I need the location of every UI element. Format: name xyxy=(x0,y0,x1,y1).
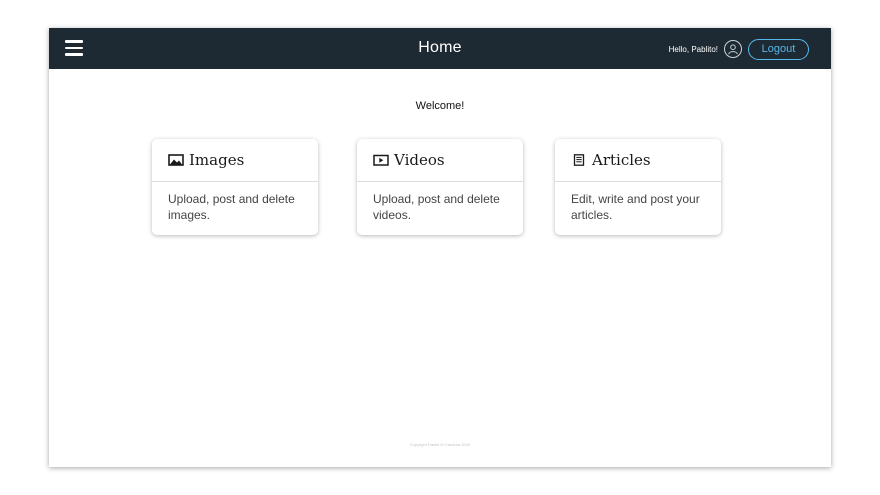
video-icon xyxy=(373,154,389,166)
card-title: Videos xyxy=(394,151,445,169)
footer-copyright: Copyright Daniel M Cardona 2020 xyxy=(409,442,471,447)
app-window: Home Hello, Pablito! Logout Welcome! Ima… xyxy=(49,28,831,467)
user-area: Hello, Pablito! Logout xyxy=(669,37,809,61)
top-navbar: Home Hello, Pablito! Logout xyxy=(49,28,831,69)
card-title: Images xyxy=(189,151,245,169)
card-description: Upload, post and delete images. xyxy=(168,192,295,222)
welcome-message: Welcome! xyxy=(415,100,465,112)
user-greeting: Hello, Pablito! xyxy=(668,44,718,54)
hamburger-menu-icon[interactable] xyxy=(65,40,83,56)
card-header: Videos xyxy=(357,139,523,182)
card-description: Upload, post and delete videos. xyxy=(373,192,500,222)
videos-card[interactable]: Videos Upload, post and delete videos. xyxy=(357,139,523,235)
article-icon xyxy=(571,154,587,166)
image-icon xyxy=(168,154,184,166)
articles-card[interactable]: Articles Edit, write and post your artic… xyxy=(555,139,721,235)
card-description: Edit, write and post your articles. xyxy=(571,192,700,222)
card-title: Articles xyxy=(592,151,651,169)
user-avatar-icon[interactable] xyxy=(724,40,742,58)
images-card[interactable]: Images Upload, post and delete images. xyxy=(152,139,318,235)
card-header: Images xyxy=(152,139,318,182)
logout-button[interactable]: Logout xyxy=(748,38,809,60)
card-header: Articles xyxy=(555,139,721,182)
